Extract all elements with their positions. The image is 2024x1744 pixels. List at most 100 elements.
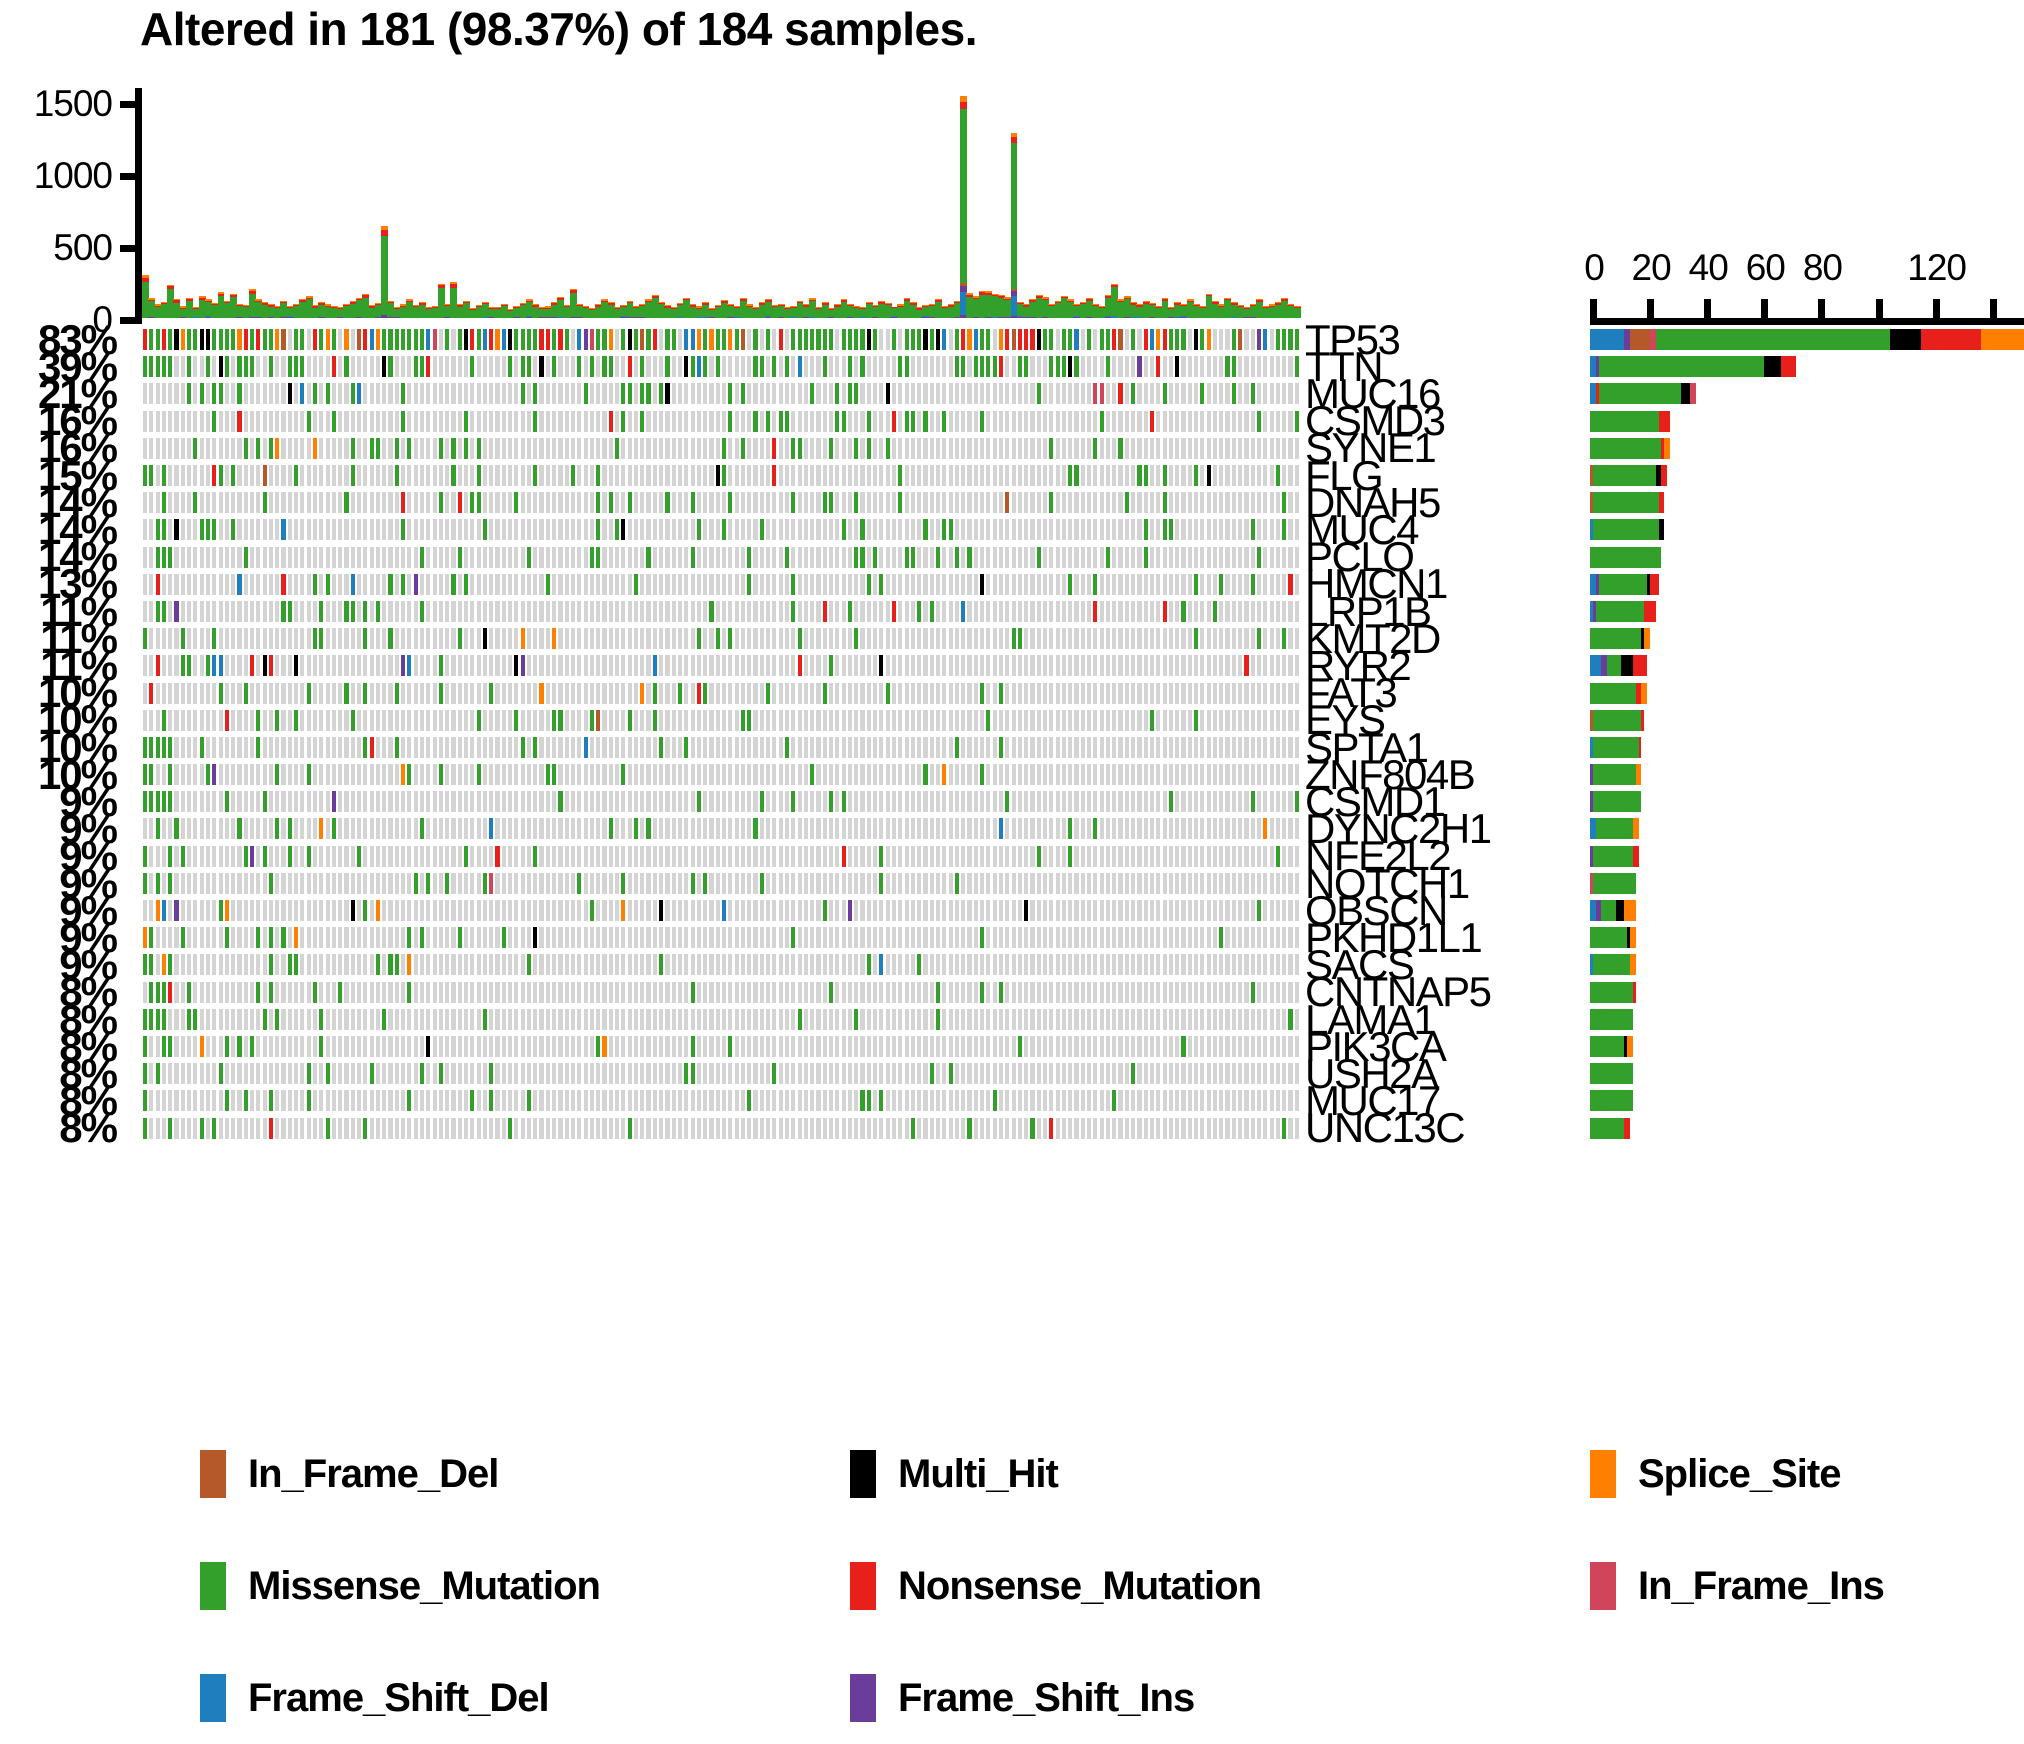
oncoprint-cell-empty <box>1175 573 1180 595</box>
oncoprint-cell-empty <box>363 492 368 514</box>
oncoprint-cell-empty <box>451 736 456 758</box>
oncoprint-cell-empty <box>1149 900 1155 922</box>
oncoprint-cell-empty <box>344 764 349 786</box>
oncoprint-gene-row[interactable] <box>142 843 1300 870</box>
oncoprint-cell-empty <box>980 736 985 758</box>
oncoprint-cell-empty <box>319 736 324 758</box>
oncoprint-cell-empty <box>1156 628 1161 650</box>
oncoprint-cell-empty <box>671 437 676 459</box>
oncoprint-cell-empty <box>873 818 878 840</box>
oncoprint-cell-empty <box>973 492 978 514</box>
oncoprint-gene-row[interactable] <box>142 707 1300 734</box>
oncoprint-cell-empty <box>961 410 966 432</box>
oncoprint-gene-row[interactable] <box>142 734 1300 761</box>
oncoprint-cell-missense-mutation <box>1168 519 1173 541</box>
oncoprint-cell-missense-mutation <box>143 736 148 758</box>
oncoprint-gene-row[interactable] <box>142 380 1300 407</box>
oncoprint-cell-empty <box>325 764 330 786</box>
oncoprint-gene-row[interactable] <box>142 761 1300 788</box>
oncoprint-cell-empty <box>401 872 406 894</box>
oncoprint-gene-row[interactable] <box>142 897 1300 924</box>
oncoprint-cell-empty <box>350 410 355 432</box>
oncoprint-gene-row[interactable] <box>142 544 1300 571</box>
oncoprint-gene-row[interactable] <box>142 788 1300 815</box>
oncoprint-cell-empty <box>1238 628 1243 650</box>
oncoprint-cell-empty <box>375 519 380 541</box>
oncoprint-cell-empty <box>659 845 664 867</box>
oncoprint-cell-empty <box>1011 900 1016 922</box>
oncoprint-cell-empty <box>1288 818 1293 840</box>
oncoprint-cell-missense-mutation <box>224 927 229 949</box>
oncoprint-gene-row[interactable] <box>142 815 1300 842</box>
oncoprint-cell-empty <box>501 492 506 514</box>
oncoprint-gene-row[interactable] <box>142 516 1300 543</box>
oncoprint-gene-row[interactable] <box>142 462 1300 489</box>
oncoprint-cell-missense-mutation <box>375 437 380 459</box>
oncoprint-cell-multi-hit <box>866 329 871 351</box>
oncoprint-cell-missense-mutation <box>608 356 613 378</box>
oncoprint-cell-empty <box>1017 736 1022 758</box>
oncoprint-gene-row[interactable] <box>142 571 1300 598</box>
oncoprint-cell-missense-mutation <box>1068 818 1073 840</box>
oncoprint-cell-empty <box>734 900 739 922</box>
oncoprint-gene-row[interactable] <box>142 598 1300 625</box>
oncoprint-cell-empty <box>690 383 695 405</box>
oncoprint-cell-empty <box>904 437 909 459</box>
oncoprint-cell-empty <box>419 437 425 459</box>
oncoprint-cell-empty <box>665 818 670 840</box>
oncoprint-gene-row[interactable] <box>142 652 1300 679</box>
oncoprint-gene-row[interactable] <box>142 435 1300 462</box>
oncoprint-cell-empty <box>854 655 859 677</box>
oncoprint-gene-row[interactable] <box>142 679 1300 706</box>
oncoprint-cell-empty <box>199 818 204 840</box>
oncoprint-cell-missense-mutation <box>696 791 701 813</box>
oncoprint-gene-row[interactable] <box>142 326 1300 353</box>
oncoprint-cell-empty <box>835 872 840 894</box>
oncoprint-cell-empty <box>1087 492 1092 514</box>
oncoprint-gene-row[interactable] <box>142 353 1300 380</box>
oncoprint-cell-empty <box>463 682 469 704</box>
oncoprint-cell-empty <box>526 682 532 704</box>
oncoprint-cell-empty <box>407 845 412 867</box>
oncoprint-cell-missense-mutation <box>828 329 834 351</box>
oncoprint-cell-empty <box>835 900 840 922</box>
oncoprint-cell-missense-mutation <box>847 329 853 351</box>
oncoprint-cell-empty <box>935 845 941 867</box>
oncoprint-cell-empty <box>816 791 821 813</box>
oncoprint-cell-empty <box>784 600 790 622</box>
oncoprint-gene-row[interactable] <box>142 408 1300 435</box>
oncoprint-cell-empty <box>1074 655 1079 677</box>
oncoprint-cell-empty <box>319 465 324 487</box>
oncoprint-cell-empty <box>917 383 922 405</box>
oncoprint-cell-empty <box>281 682 286 704</box>
oncoprint-cell-empty <box>810 818 815 840</box>
oncoprint-gene-row[interactable] <box>142 489 1300 516</box>
oncoprint-cell-empty <box>1187 410 1192 432</box>
oncoprint-cell-empty <box>388 818 393 840</box>
oncoprint-cell-empty <box>1024 546 1029 568</box>
oncoprint-cell-empty <box>1036 519 1041 541</box>
oncoprint-cell-empty <box>973 791 978 813</box>
oncoprint-cell-empty <box>803 818 808 840</box>
oncoprint-cell-empty <box>1061 682 1066 704</box>
oncoprint-cell-missense-mutation <box>268 872 274 894</box>
oncoprint-cell-empty <box>356 736 362 758</box>
oncoprint-cell-empty <box>533 791 538 813</box>
oncoprint-cell-empty <box>1225 764 1230 786</box>
oncoprint-cell-empty <box>810 655 815 677</box>
oncoprint-cell-empty <box>847 437 853 459</box>
oncoprint-cell-empty <box>1017 818 1022 840</box>
oncoprint-cell-missense-mutation <box>224 791 229 813</box>
oncoprint-cell-missense-mutation <box>734 329 739 351</box>
oncoprint-cell-empty <box>602 437 607 459</box>
oncoprint-cell-empty <box>633 519 639 541</box>
oncoprint-cell-empty <box>268 764 274 786</box>
oncoprint-cell-empty <box>778 600 783 622</box>
oncoprint-cell-empty <box>287 655 292 677</box>
oncoprint-cell-empty <box>1256 872 1262 894</box>
oncoprint-cell-empty <box>187 736 192 758</box>
oncoprint-gene-row[interactable] <box>142 625 1300 652</box>
oncoprint-gene-row[interactable] <box>142 870 1300 897</box>
oncoprint-matrix[interactable] <box>142 326 1300 1142</box>
oncoprint-gene-row[interactable] <box>142 924 1300 951</box>
